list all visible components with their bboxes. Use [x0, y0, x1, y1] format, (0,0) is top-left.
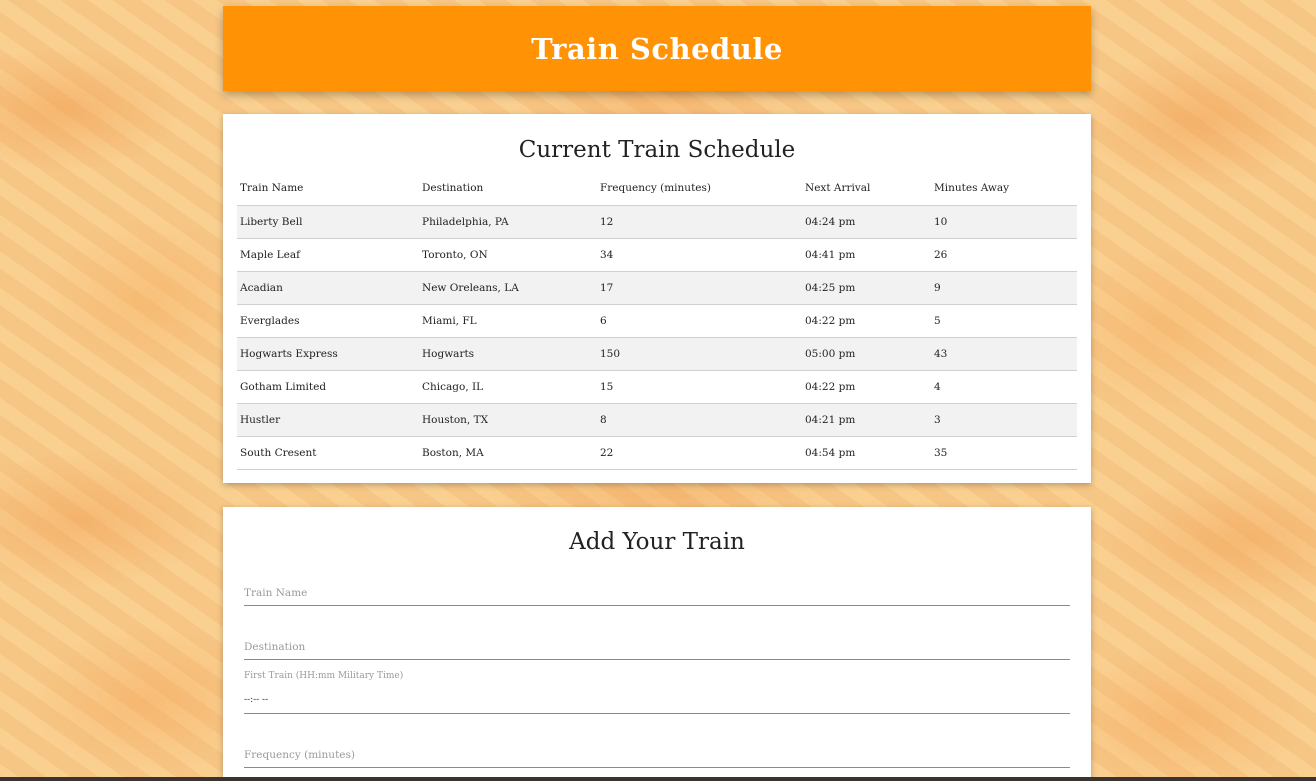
- first-train-time-input[interactable]: --:-- --: [244, 695, 268, 705]
- destination-input[interactable]: [244, 639, 1070, 653]
- table-row: Maple Leaf Toronto, ON 34 04:41 pm 26: [237, 238, 1077, 272]
- destination-cell: Hogwarts: [419, 337, 597, 371]
- frequency-field-wrapper: [244, 743, 1070, 768]
- frequency-cell: 6: [597, 304, 802, 338]
- frequency-input[interactable]: [244, 747, 1070, 761]
- minutes-away-cell: 9: [931, 271, 1077, 305]
- first-train-field-wrapper: First Train (HH:mm Military Time) --:-- …: [244, 671, 1070, 714]
- frequency-cell: 22: [597, 436, 802, 470]
- next-arrival-cell: 04:21 pm: [802, 403, 931, 437]
- column-header-train-name: Train Name: [237, 171, 419, 206]
- add-train-card: Add Your Train First Train (HH:mm Milita…: [223, 507, 1091, 781]
- table-row: Gotham Limited Chicago, IL 15 04:22 pm 4: [237, 370, 1077, 404]
- schedule-title: Current Train Schedule: [518, 137, 796, 163]
- minutes-away-cell: 5: [931, 304, 1077, 338]
- next-arrival-cell: 04:54 pm: [802, 436, 931, 470]
- column-header-minutes-away: Minutes Away: [931, 171, 1077, 206]
- column-header-frequency: Frequency (minutes): [597, 171, 802, 206]
- destination-cell: Chicago, IL: [419, 370, 597, 404]
- minutes-away-cell: 35: [931, 436, 1077, 470]
- minutes-away-cell: 26: [931, 238, 1077, 272]
- table-row: Acadian New Oreleans, LA 17 04:25 pm 9: [237, 271, 1077, 305]
- next-arrival-cell: 04:22 pm: [802, 304, 931, 338]
- frequency-cell: 8: [597, 403, 802, 437]
- add-train-title: Add Your Train: [569, 529, 745, 555]
- train-name-cell: Maple Leaf: [237, 238, 419, 272]
- train-name-cell: Hogwarts Express: [237, 337, 419, 371]
- first-train-label: First Train (HH:mm Military Time): [244, 671, 404, 681]
- destination-cell: New Oreleans, LA: [419, 271, 597, 305]
- schedule-table: Train Name Destination Frequency (minute…: [237, 171, 1077, 470]
- frequency-cell: 150: [597, 337, 802, 371]
- destination-cell: Boston, MA: [419, 436, 597, 470]
- next-arrival-cell: 04:25 pm: [802, 271, 931, 305]
- table-row: Liberty Bell Philadelphia, PA 12 04:24 p…: [237, 205, 1077, 239]
- table-header-row: Train Name Destination Frequency (minute…: [237, 171, 1077, 206]
- next-arrival-cell: 04:22 pm: [802, 370, 931, 404]
- train-name-cell: Gotham Limited: [237, 370, 419, 404]
- table-row: Hustler Houston, TX 8 04:21 pm 3: [237, 403, 1077, 437]
- page-title: Train Schedule: [531, 31, 783, 66]
- train-name-cell: Liberty Bell: [237, 205, 419, 239]
- minutes-away-cell: 3: [931, 403, 1077, 437]
- next-arrival-cell: 04:24 pm: [802, 205, 931, 239]
- train-name-cell: South Cresent: [237, 436, 419, 470]
- train-name-cell: Acadian: [237, 271, 419, 305]
- minutes-away-cell: 4: [931, 370, 1077, 404]
- schedule-card: Current Train Schedule Train Name Destin…: [223, 114, 1091, 483]
- train-name-cell: Hustler: [237, 403, 419, 437]
- destination-cell: Houston, TX: [419, 403, 597, 437]
- destination-field-wrapper: [244, 635, 1070, 660]
- next-arrival-cell: 04:41 pm: [802, 238, 931, 272]
- bottom-edge: [0, 777, 1316, 781]
- train-name-input[interactable]: [244, 585, 1070, 599]
- minutes-away-cell: 43: [931, 337, 1077, 371]
- column-header-next-arrival: Next Arrival: [802, 171, 931, 206]
- column-header-destination: Destination: [419, 171, 597, 206]
- frequency-cell: 34: [597, 238, 802, 272]
- next-arrival-cell: 05:00 pm: [802, 337, 931, 371]
- train-name-field-wrapper: [244, 581, 1070, 606]
- frequency-cell: 15: [597, 370, 802, 404]
- frequency-cell: 17: [597, 271, 802, 305]
- table-row: Everglades Miami, FL 6 04:22 pm 5: [237, 304, 1077, 338]
- table-row: South Cresent Boston, MA 22 04:54 pm 35: [237, 436, 1077, 470]
- destination-cell: Miami, FL: [419, 304, 597, 338]
- train-name-cell: Everglades: [237, 304, 419, 338]
- page-header: Train Schedule: [223, 6, 1091, 91]
- minutes-away-cell: 10: [931, 205, 1077, 239]
- destination-cell: Philadelphia, PA: [419, 205, 597, 239]
- destination-cell: Toronto, ON: [419, 238, 597, 272]
- frequency-cell: 12: [597, 205, 802, 239]
- table-row: Hogwarts Express Hogwarts 150 05:00 pm 4…: [237, 337, 1077, 371]
